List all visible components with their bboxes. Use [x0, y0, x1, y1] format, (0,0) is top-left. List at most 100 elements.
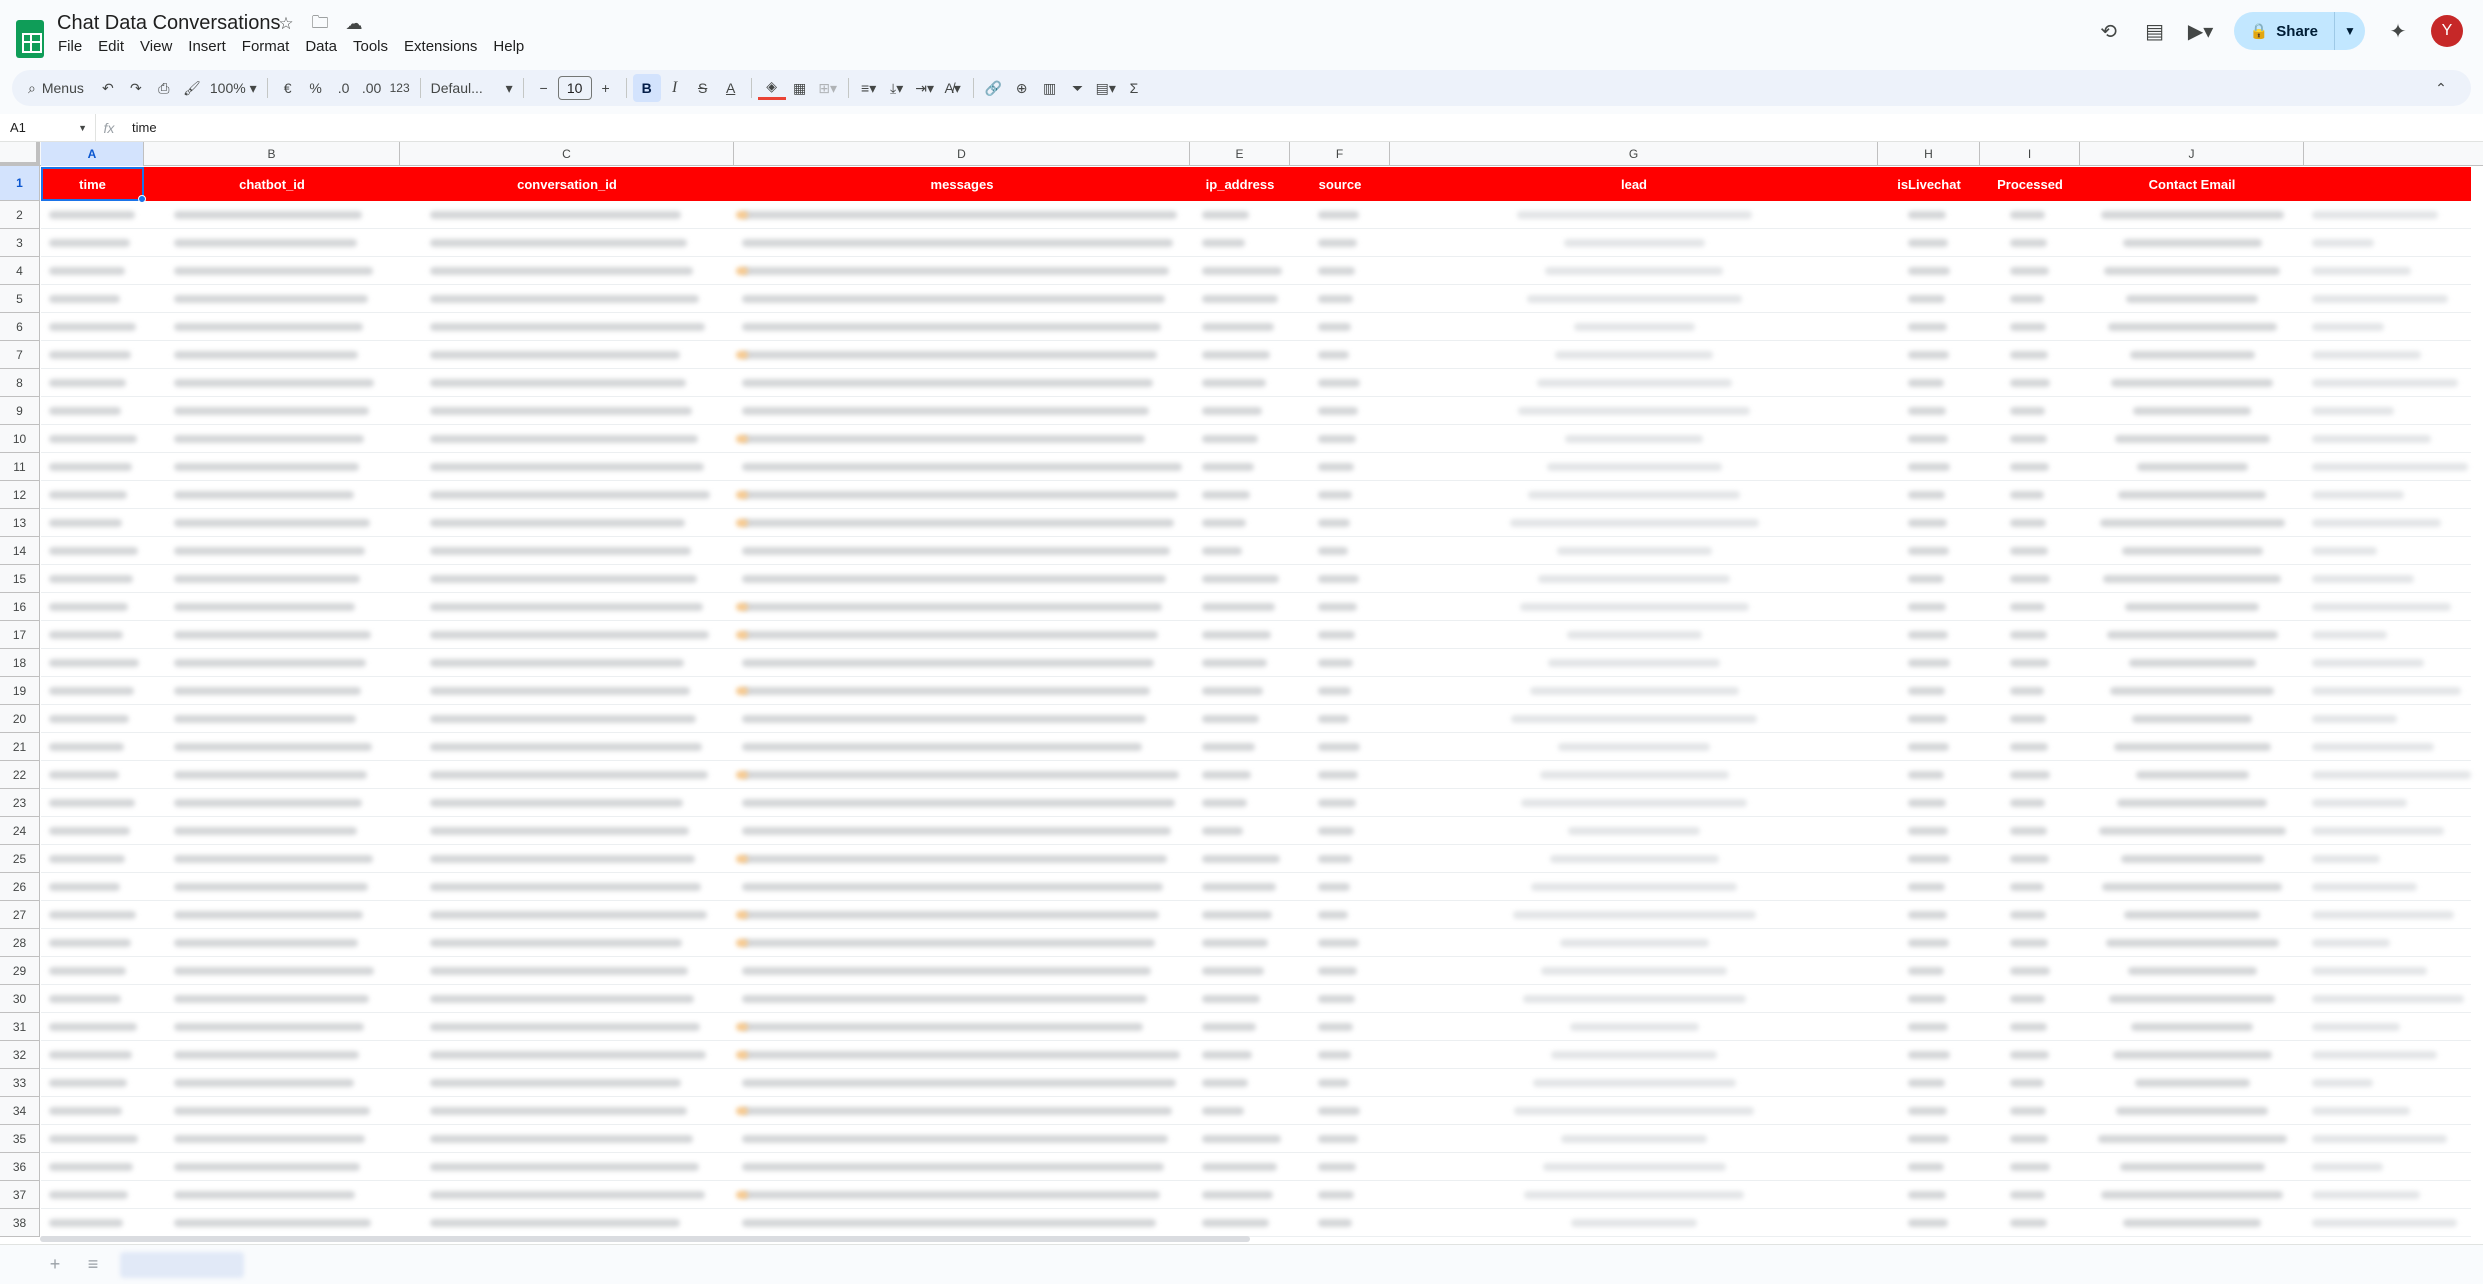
table-row[interactable] — [41, 509, 2471, 537]
header-cell-islivechat[interactable]: isLivechat — [1878, 167, 1980, 201]
table-row[interactable] — [41, 985, 2471, 1013]
table-row[interactable] — [41, 285, 2471, 313]
name-box[interactable]: A1 ▼ — [0, 113, 96, 142]
menu-extensions[interactable]: Extensions — [396, 36, 485, 57]
paint-format-icon[interactable]: 🖌 — [178, 74, 206, 102]
table-row[interactable] — [41, 705, 2471, 733]
menu-tools[interactable]: Tools — [345, 36, 396, 57]
zoom-select[interactable]: 100% ▾ — [206, 74, 261, 102]
row-header-15[interactable]: 15 — [0, 565, 40, 593]
table-row[interactable] — [41, 453, 2471, 481]
font-size-input[interactable]: 10 — [557, 76, 592, 100]
gemini-sparkle-icon[interactable]: ✦ — [2385, 18, 2411, 44]
table-row[interactable] — [41, 817, 2471, 845]
header-cell-processed[interactable]: Processed — [1980, 167, 2080, 201]
font-size-decrease-button[interactable]: − — [530, 74, 558, 102]
formula-input[interactable]: time — [122, 120, 157, 135]
column-header-d[interactable]: D — [734, 142, 1190, 166]
row-header-36[interactable]: 36 — [0, 1153, 40, 1181]
column-header-c[interactable]: C — [400, 142, 734, 166]
table-row[interactable] — [41, 733, 2471, 761]
table-row[interactable] — [41, 649, 2471, 677]
row-header-21[interactable]: 21 — [0, 733, 40, 761]
text-rotation-icon[interactable]: A̸▾ — [939, 74, 967, 102]
column-header-k[interactable] — [2304, 142, 2483, 166]
document-title[interactable]: Chat Data Conversations — [57, 12, 280, 35]
row-header-37[interactable]: 37 — [0, 1181, 40, 1209]
functions-button[interactable]: Σ — [1120, 74, 1148, 102]
insert-link-icon[interactable]: 🔗 — [980, 74, 1008, 102]
table-row[interactable] — [41, 677, 2471, 705]
row-header-28[interactable]: 28 — [0, 929, 40, 957]
comments-icon[interactable]: ▤ — [2142, 18, 2168, 44]
row-header-6[interactable]: 6 — [0, 313, 40, 341]
row-header-8[interactable]: 8 — [0, 369, 40, 397]
fill-color-icon[interactable]: ◈ — [757, 76, 786, 100]
row-header-25[interactable]: 25 — [0, 845, 40, 873]
table-row[interactable] — [41, 565, 2471, 593]
row-header-19[interactable]: 19 — [0, 677, 40, 705]
row-header-26[interactable]: 26 — [0, 873, 40, 901]
insert-chart-icon[interactable]: ▥ — [1036, 74, 1064, 102]
sheet-tab[interactable] — [120, 1251, 244, 1278]
filter-views-icon[interactable]: ▤▾ — [1092, 74, 1120, 102]
row-header-38[interactable]: 38 — [0, 1209, 40, 1237]
row-header-31[interactable]: 31 — [0, 1013, 40, 1041]
row-header-29[interactable]: 29 — [0, 957, 40, 985]
meet-camera-icon[interactable]: ▶▾ — [2188, 18, 2214, 44]
cloud-status-icon[interactable]: ☁ — [344, 14, 364, 34]
row-header-34[interactable]: 34 — [0, 1097, 40, 1125]
header-cell-chatbot-id[interactable]: chatbot_id — [144, 167, 400, 201]
vertical-align-icon[interactable]: ⤓▾ — [883, 74, 911, 102]
text-wrapping-icon[interactable]: ⇥▾ — [911, 74, 939, 102]
horizontal-scrollbar[interactable] — [40, 1236, 1250, 1242]
redo-icon[interactable]: ↷ — [122, 74, 150, 102]
menu-file[interactable]: File — [50, 36, 90, 57]
row-header-1[interactable]: 1 — [0, 166, 40, 201]
all-sheets-icon[interactable]: ≡ — [82, 1254, 104, 1276]
menu-data[interactable]: Data — [297, 36, 345, 57]
row-header-35[interactable]: 35 — [0, 1125, 40, 1153]
column-header-f[interactable]: F — [1290, 142, 1390, 166]
row-header-22[interactable]: 22 — [0, 761, 40, 789]
table-row[interactable] — [41, 593, 2471, 621]
table-row[interactable] — [41, 621, 2471, 649]
row-header-13[interactable]: 13 — [0, 509, 40, 537]
percent-format-button[interactable]: % — [302, 74, 330, 102]
merge-cells-icon[interactable]: ⊞▾ — [814, 74, 842, 102]
table-row[interactable] — [41, 229, 2471, 257]
menu-insert[interactable]: Insert — [180, 36, 234, 57]
menu-help[interactable]: Help — [485, 36, 532, 57]
row-header-7[interactable]: 7 — [0, 341, 40, 369]
table-row[interactable] — [41, 341, 2471, 369]
table-row[interactable] — [41, 257, 2471, 285]
column-header-h[interactable]: H — [1878, 142, 1980, 166]
move-folder-icon[interactable]: 🗀 — [310, 13, 330, 34]
header-cell-ip-address[interactable]: ip_address — [1190, 167, 1290, 201]
horizontal-align-icon[interactable]: ≡▾ — [855, 74, 883, 102]
table-row[interactable] — [41, 397, 2471, 425]
undo-icon[interactable]: ↶ — [94, 74, 122, 102]
table-row[interactable] — [41, 957, 2471, 985]
table-row[interactable] — [41, 425, 2471, 453]
row-header-10[interactable]: 10 — [0, 425, 40, 453]
currency-format-button[interactable]: € — [274, 74, 302, 102]
table-row[interactable] — [41, 901, 2471, 929]
table-row[interactable] — [41, 873, 2471, 901]
star-icon[interactable]: ☆ — [276, 14, 296, 34]
decrease-decimal-button[interactable]: .0 — [330, 74, 358, 102]
print-icon[interactable]: ⎙ — [150, 74, 178, 102]
strikethrough-button[interactable]: S — [689, 74, 717, 102]
spreadsheet-grid[interactable]: A B C D E F G H I J 1 2 3 4 5 6 7 8 9 10 11 12 13 14 1… — [0, 142, 2483, 1244]
italic-button[interactable]: I — [661, 74, 689, 102]
table-row[interactable] — [41, 789, 2471, 817]
font-size-increase-button[interactable]: + — [592, 74, 620, 102]
menu-view[interactable]: View — [132, 36, 180, 57]
table-row[interactable] — [41, 481, 2471, 509]
header-cell-conversation-id[interactable]: conversation_id — [400, 167, 734, 201]
row-header-27[interactable]: 27 — [0, 901, 40, 929]
table-row[interactable] — [41, 845, 2471, 873]
borders-icon[interactable]: ▦ — [786, 74, 814, 102]
table-row[interactable] — [41, 929, 2471, 957]
column-header-j[interactable]: J — [2080, 142, 2304, 166]
